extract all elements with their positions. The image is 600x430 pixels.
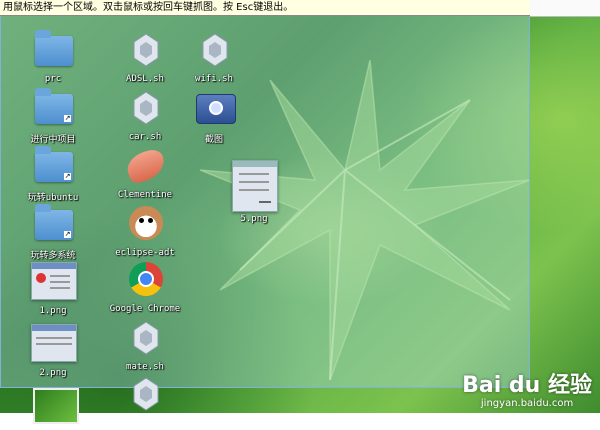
desktop-icon-clementine[interactable]: Clementine <box>105 144 185 200</box>
desktop-icon-folder-projects[interactable]: ↗ 进行中项目 <box>13 86 93 145</box>
script-gear-icon <box>202 33 228 67</box>
desktop-icon-eclipse-adt[interactable]: eclipse-adt <box>90 202 200 258</box>
desktop-icon-google-chrome[interactable]: Google Chrome <box>90 258 200 314</box>
icon-label: car.sh <box>128 132 162 142</box>
icon-label: wifi.sh <box>195 74 233 84</box>
icon-label: 1.png <box>39 306 67 316</box>
icon-label: prc <box>44 74 62 84</box>
screenshot-thumbnail-icon <box>31 262 77 300</box>
folder-link-icon: ↗ <box>35 204 73 240</box>
desktop-icon-1png[interactable]: 1.png <box>13 260 93 316</box>
chrome-icon <box>129 262 163 296</box>
desktop-icon-2png[interactable]: 2.png <box>13 322 93 378</box>
icon-label: mate.sh <box>126 362 164 372</box>
desktop-icon-folder-multisystem[interactable]: ↗ 玩转多系统 <box>13 202 93 261</box>
desktop-icon-screenshot-tool[interactable]: 截图 <box>174 86 254 145</box>
watermark-brand: Bai du 经验 <box>462 373 592 398</box>
script-gear-icon <box>133 377 159 411</box>
clementine-icon <box>123 146 169 186</box>
icon-label: 2.png <box>39 368 67 378</box>
folder-link-icon: ↗ <box>35 146 73 182</box>
desktop-icon-5png[interactable]: 5.png <box>214 160 294 224</box>
desktop-icon-green-image[interactable] <box>13 386 93 430</box>
icon-label: eclipse-adt <box>115 248 175 258</box>
watermark-url: jingyan.baidu.com <box>480 398 574 409</box>
top-panel-strip <box>530 0 600 17</box>
screenshot-thumbnail-icon <box>31 324 77 362</box>
baidu-jingyan-watermark: Bai du 经验 jingyan.baidu.com <box>462 373 592 410</box>
image-thumbnail-icon <box>33 388 79 424</box>
script-gear-icon <box>133 33 159 67</box>
desktop-icon-wifi-sh[interactable]: wifi.sh <box>174 28 254 84</box>
desktop-icon-car-sh[interactable]: car.sh <box>105 86 185 142</box>
icon-label: 5.png <box>240 214 268 224</box>
camera-icon <box>196 94 236 124</box>
icon-label: Google Chrome <box>109 304 181 314</box>
icon-label: Clementine <box>117 190 173 200</box>
script-gear-icon <box>133 91 159 125</box>
desktop-icon-mate-sh[interactable]: mate.sh <box>105 316 185 372</box>
desktop-icon-script-partial[interactable] <box>105 372 185 416</box>
dialog-thumbnail-icon <box>232 160 278 212</box>
desktop-icon-folder-ubuntu[interactable]: ↗ 玩转ubuntu <box>13 144 93 203</box>
script-gear-icon <box>133 321 159 355</box>
hamster-icon <box>129 206 163 240</box>
desktop-icon-adsl-sh[interactable]: ADSL.sh <box>105 28 185 84</box>
folder-icon <box>35 30 73 66</box>
folder-link-icon: ↗ <box>35 88 73 124</box>
screenshot-hint-bar: 用鼠标选择一个区域。双击鼠标或按回车键抓图。按 Esc键退出。 <box>0 0 530 16</box>
icon-label: ADSL.sh <box>126 74 164 84</box>
desktop-icon-folder-prc[interactable]: prc <box>13 28 93 84</box>
icon-label: 截图 <box>204 135 223 145</box>
